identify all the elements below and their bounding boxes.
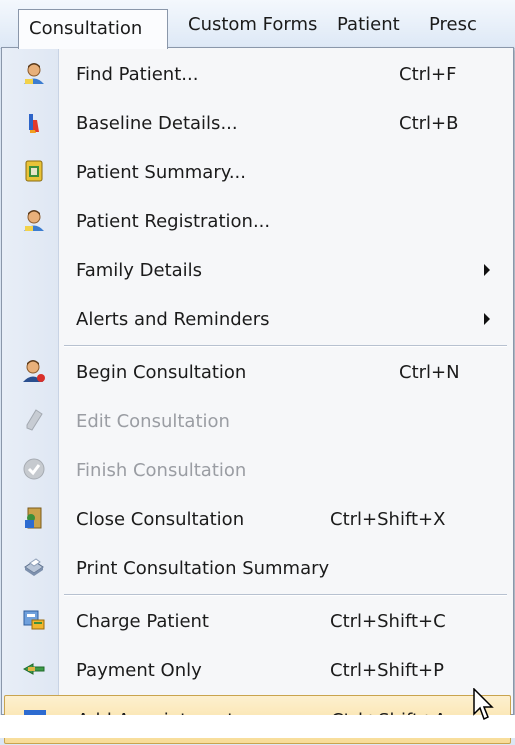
charge-patient-icon xyxy=(23,610,45,630)
menu-bar: Consultation Custom Forms Patient Presc xyxy=(0,0,515,49)
menu-item-label: Print Consultation Summary xyxy=(76,558,330,579)
menu-item-begin-consultation[interactable]: Begin Consultation Ctrl+N xyxy=(2,348,513,397)
menu-item-label: Edit Consultation xyxy=(76,411,230,432)
mouse-cursor-icon xyxy=(473,688,494,721)
baseline-details-icon xyxy=(29,114,39,133)
menu-item-family-details[interactable]: Family Details xyxy=(2,246,513,295)
print-icon xyxy=(24,558,44,576)
submenu-arrow-icon xyxy=(484,313,490,325)
menu-item-finish-consultation: Finish Consultation xyxy=(2,446,513,495)
menu-item-label: Finish Consultation xyxy=(76,460,247,481)
menu-item-shortcut: Ctrl+N xyxy=(399,362,460,383)
menu-item-shortcut: Ctrl+B xyxy=(399,113,459,134)
menu-patient[interactable]: Patient xyxy=(337,10,400,40)
menu-item-label: Close Consultation xyxy=(76,509,245,530)
menu-item-label: Begin Consultation xyxy=(76,362,247,383)
menu-item-label: Find Patient... xyxy=(76,64,199,85)
menu-item-label: Alerts and Reminders xyxy=(76,309,270,330)
finish-consultation-icon xyxy=(23,458,45,480)
menu-item-label: Baseline Details... xyxy=(76,113,238,134)
menu-item-label: Family Details xyxy=(76,260,203,281)
menu-item-shortcut: Ctrl+Shift+X xyxy=(330,509,446,530)
menu-item-alerts-and-reminders[interactable]: Alerts and Reminders xyxy=(2,295,513,344)
background-area xyxy=(0,715,515,738)
menu-item-baseline-details[interactable]: Baseline Details... Ctrl+B xyxy=(2,99,513,148)
menu-item-label: Charge Patient xyxy=(76,611,209,632)
patient-summary-icon xyxy=(25,160,43,182)
menu-item-patient-summary[interactable]: Patient Summary... xyxy=(2,148,513,197)
menu-item-print-consultation-summary[interactable]: Print Consultation Summary xyxy=(2,544,513,593)
edit-consultation-icon xyxy=(26,409,43,431)
consultation-dropdown-menu: Find Patient... Ctrl+F Baseline Details.… xyxy=(1,47,514,744)
menu-item-find-patient[interactable]: Find Patient... Ctrl+F xyxy=(2,50,513,99)
menu-item-shortcut: Ctrl+Shift+P xyxy=(330,660,444,681)
menu-item-close-consultation[interactable]: Close Consultation Ctrl+Shift+X xyxy=(2,495,513,544)
patient-registration-icon xyxy=(24,210,44,231)
begin-consultation-icon xyxy=(23,360,45,382)
payment-icon xyxy=(22,663,45,675)
menu-item-label: Patient Registration... xyxy=(76,211,271,232)
menu-item-charge-patient[interactable]: Charge Patient Ctrl+Shift+C xyxy=(2,597,513,646)
close-consultation-icon xyxy=(25,507,42,529)
menu-consultation[interactable]: Consultation xyxy=(18,9,168,49)
menu-item-payment-only[interactable]: Payment Only Ctrl+Shift+P xyxy=(2,646,513,695)
menu-item-label: Patient Summary... xyxy=(76,162,246,183)
find-patient-icon xyxy=(24,63,44,84)
menu-item-shortcut: Ctrl+Shift+C xyxy=(330,611,446,632)
menu-item-label: Payment Only xyxy=(76,660,202,681)
menu-item-patient-registration[interactable]: Patient Registration... xyxy=(2,197,513,246)
menu-prescribing[interactable]: Presc xyxy=(429,10,477,40)
menu-custom-forms[interactable]: Custom Forms xyxy=(188,10,317,40)
submenu-arrow-icon xyxy=(484,264,490,276)
menu-item-shortcut: Ctrl+F xyxy=(399,64,457,85)
menu-item-edit-consultation: Edit Consultation xyxy=(2,397,513,446)
